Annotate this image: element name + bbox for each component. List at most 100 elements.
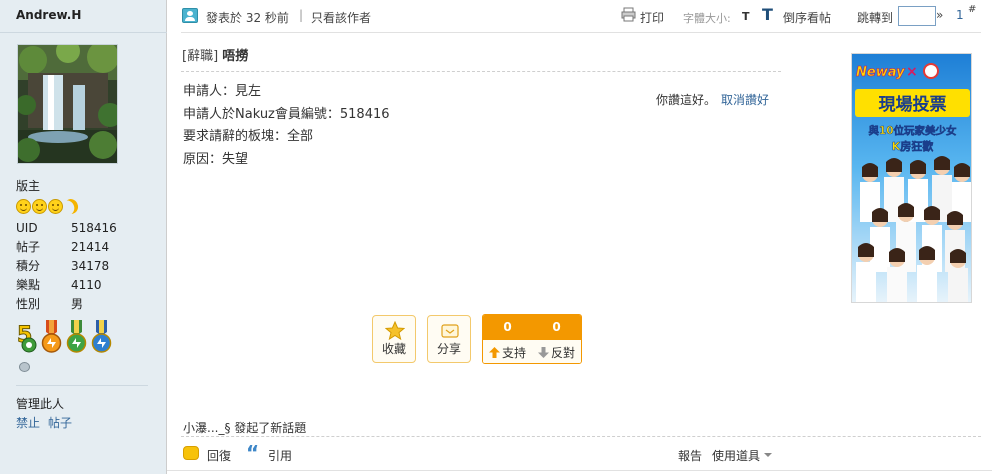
share-label: 分享	[436, 342, 461, 356]
divider	[0, 32, 167, 33]
unlike-link[interactable]: 取消讚好	[721, 91, 769, 108]
quote-button[interactable]: 引用	[268, 447, 292, 464]
oppose-button[interactable]: 反對	[532, 340, 581, 363]
post-floor-number[interactable]: 1	[956, 8, 964, 22]
arrow-up-icon	[488, 346, 500, 358]
ad-banner-image: Neway × 現場投票 與10位玩家美少女 K房狂歡	[852, 54, 971, 302]
post-content: 申請人：見左 申請人於Nakuz會員編號：518416 要求請辭的板塊：全部 原…	[183, 81, 390, 171]
favorite-button[interactable]: 收藏	[372, 315, 416, 363]
medal-green-icon[interactable]	[66, 320, 87, 354]
svg-text:×: ×	[906, 64, 918, 80]
font-size-label: 字體大小:	[683, 12, 731, 25]
username[interactable]: Andrew.H	[16, 8, 81, 22]
manage-links: 禁止 帖子	[16, 414, 72, 431]
stat-row: 性別 男	[16, 295, 146, 314]
divider	[181, 71, 781, 72]
post-line: 原因：失望	[183, 151, 249, 167]
stat-row: 帖子 21414	[16, 238, 146, 257]
medal-orange-icon[interactable]	[41, 320, 62, 354]
medals: 5	[16, 320, 112, 354]
star-icon	[385, 321, 405, 341]
stat-value: 4110	[71, 278, 102, 292]
stat-value: 21414	[71, 240, 110, 254]
support-label: 支持	[501, 345, 526, 360]
ad-subline-1: 與10位玩家美少女	[868, 124, 957, 137]
moon-icon	[62, 197, 80, 216]
vote-box: 0 0 支持 反對	[482, 314, 582, 364]
oppose-label: 反對	[550, 345, 575, 360]
stat-row: 樂點 4110	[16, 276, 146, 295]
rank-icons	[16, 199, 78, 214]
post-line: 申請人於Nakuz會員編號：518416	[183, 106, 390, 122]
new-topic-notice[interactable]: 小瀑..._§ 發起了新話題	[183, 419, 306, 436]
quote-icon: “	[246, 441, 260, 465]
ad-headline: 現場投票	[879, 94, 947, 115]
vote-counts: 0 0	[483, 315, 581, 340]
waterfall-avatar-image	[18, 45, 117, 163]
stat-value: 518416	[71, 221, 117, 235]
stat-label: UID	[16, 221, 38, 235]
smiley-icon	[48, 199, 63, 214]
oppose-count: 0	[552, 320, 561, 334]
smiley-icon	[16, 199, 31, 214]
liked-status-text: 你讚這好。	[656, 93, 717, 107]
divider	[16, 385, 148, 386]
jump-go-button[interactable]: »	[936, 8, 943, 22]
share-icon	[441, 324, 459, 338]
online-status-icon	[19, 362, 30, 372]
jump-to-label: 跳轉到	[857, 11, 894, 25]
arrow-down-icon	[537, 346, 549, 358]
chevron-down-icon[interactable]	[764, 453, 772, 457]
divider	[181, 32, 981, 33]
use-tools-menu[interactable]: 使用道具	[712, 447, 760, 464]
ban-user-link[interactable]: 禁止	[16, 414, 40, 431]
report-button[interactable]: 報告	[678, 447, 702, 464]
user-posts-link[interactable]: 帖子	[48, 414, 72, 431]
post-category-tag[interactable]: [辭職]	[182, 49, 218, 64]
share-button[interactable]: 分享	[427, 315, 471, 363]
print-link[interactable]: 打印	[640, 9, 664, 26]
post-line: 申請人：見左	[183, 84, 262, 99]
ad-brand: Neway	[856, 65, 905, 80]
reply-icon	[183, 446, 199, 460]
separator: |	[299, 8, 304, 22]
stat-label: 積分	[16, 259, 41, 273]
divider	[167, 470, 992, 471]
support-button[interactable]: 支持	[483, 340, 532, 363]
post-top-bar: 發表於 32 秒前 | 只看該作者 打印 字體大小: T T 倒序看帖 跳轉到 …	[167, 0, 992, 32]
stat-label: 樂點	[16, 278, 41, 292]
medal-blue-icon[interactable]	[91, 320, 112, 354]
medal-5-years-icon[interactable]: 5	[16, 320, 37, 354]
favorite-label: 收藏	[381, 342, 406, 356]
support-count: 0	[503, 320, 512, 334]
stat-label: 帖子	[16, 240, 41, 254]
user-rank: 版主	[16, 179, 41, 193]
ad-banner[interactable]: Neway × 現場投票 與10位玩家美少女 K房狂歡	[851, 53, 972, 303]
stat-row: 積分 34178	[16, 257, 146, 276]
post-line: 要求請辭的板塊：全部	[183, 129, 314, 144]
smiley-icon	[32, 199, 47, 214]
font-size-large-button[interactable]: T	[762, 5, 773, 24]
reply-button[interactable]: 回復	[207, 447, 231, 464]
manage-user-label: 管理此人	[16, 397, 65, 411]
post-title-text: 唔撈	[222, 49, 249, 64]
reverse-order-link[interactable]: 倒序看帖	[783, 9, 831, 26]
font-size-small-button[interactable]: T	[742, 10, 750, 23]
stat-row: UID 518416	[16, 219, 146, 238]
stat-label: 性別	[16, 297, 41, 311]
ad-subline-2: K房狂歡	[892, 139, 934, 153]
only-author-link[interactable]: 只看該作者	[311, 9, 371, 26]
user-stats: UID 518416 帖子 21414 積分 34178 樂點 4110 性別 …	[16, 219, 146, 314]
user-sidebar: Andrew.H 版主 UID 518416 帖子 21414 積分 34178…	[0, 0, 167, 474]
post-title: [辭職] 唔撈	[182, 45, 248, 64]
vote-labels: 支持 反對	[483, 340, 581, 363]
divider	[181, 436, 981, 437]
printer-icon[interactable]	[621, 7, 636, 22]
author-icon	[182, 8, 198, 23]
stat-value: 34178	[71, 259, 110, 273]
jump-to-floor-input[interactable]	[898, 6, 936, 26]
post-floor-suffix: #	[968, 4, 977, 15]
post-time: 發表於 32 秒前	[206, 11, 289, 25]
stat-value: 男	[71, 297, 84, 311]
avatar[interactable]	[17, 44, 118, 164]
